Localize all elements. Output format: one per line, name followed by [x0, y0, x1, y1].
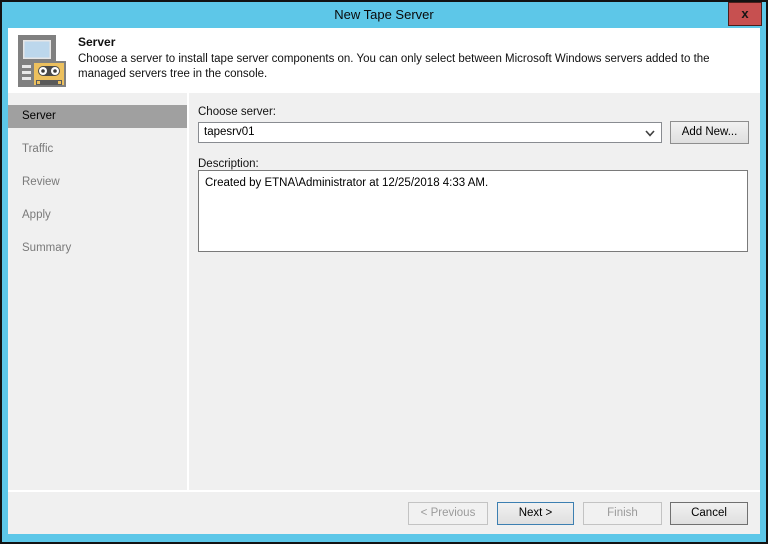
sidebar-item-apply[interactable]: Apply [8, 204, 187, 227]
close-button[interactable]: x [728, 2, 762, 26]
title-bar[interactable]: New Tape Server [2, 2, 766, 28]
client-area: Server Choose a server to install tape s… [8, 28, 760, 534]
server-combobox[interactable]: tapesrv01 [198, 122, 662, 143]
chevron-down-icon [645, 130, 655, 137]
finish-button[interactable]: Finish [583, 502, 662, 525]
description-textarea[interactable]: Created by ETNA\Administrator at 12/25/2… [198, 170, 748, 252]
sidebar-divider [187, 93, 189, 491]
footer-divider [8, 490, 760, 492]
sidebar-item-review[interactable]: Review [8, 171, 187, 194]
add-new-button[interactable]: Add New... [670, 121, 749, 144]
wizard-header: Server Choose a server to install tape s… [8, 28, 760, 93]
sidebar-item-summary[interactable]: Summary [8, 237, 187, 260]
tape-server-icon [12, 34, 68, 95]
description-label: Description: [198, 158, 259, 170]
cancel-button[interactable]: Cancel [670, 502, 748, 525]
close-icon: x [741, 6, 748, 21]
step-title: Server [78, 35, 115, 49]
window-title: New Tape Server [334, 7, 433, 22]
sidebar-item-traffic[interactable]: Traffic [8, 138, 187, 161]
new-tape-server-wizard: New Tape Server x [0, 0, 768, 544]
previous-button[interactable]: < Previous [408, 502, 488, 525]
choose-server-label: Choose server: [198, 106, 276, 118]
next-button[interactable]: Next > [497, 502, 574, 525]
wizard-steps-sidebar: Server Traffic Review Apply Summary [8, 93, 187, 491]
step-description: Choose a server to install tape server c… [78, 52, 738, 82]
sidebar-item-server[interactable]: Server [8, 105, 187, 128]
server-combobox-value: tapesrv01 [204, 126, 255, 138]
